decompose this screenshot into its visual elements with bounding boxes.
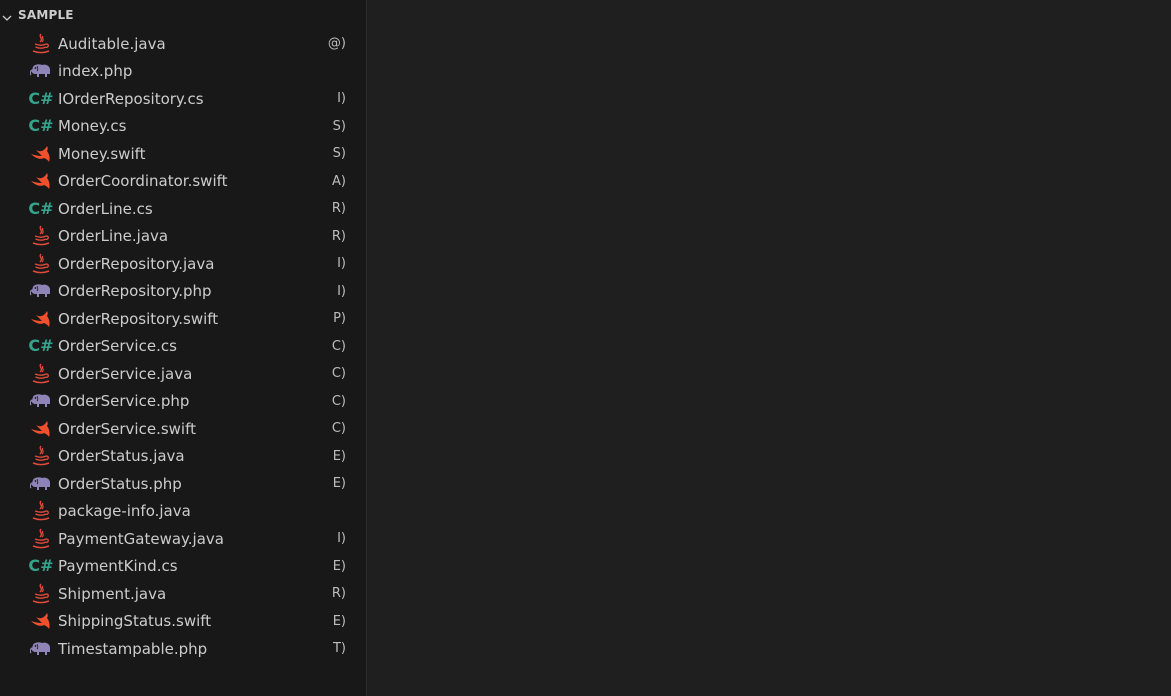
java-icon xyxy=(30,33,52,54)
file-item[interactable]: PaymentGateway.java I) xyxy=(0,525,366,553)
swift-icon xyxy=(30,144,52,164)
file-item[interactable]: C# IOrderRepository.cs I) xyxy=(0,85,366,113)
file-name: OrderService.cs xyxy=(58,337,177,356)
file-name: OrderRepository.java xyxy=(58,254,215,273)
file-item[interactable]: OrderService.swift C) xyxy=(0,415,366,443)
file-kind-label: E) xyxy=(332,558,346,574)
file-name: index.php xyxy=(58,62,133,81)
explorer-section-title: SAMPLE xyxy=(18,8,74,22)
java-icon xyxy=(30,225,52,246)
php-icon xyxy=(30,639,52,659)
file-item[interactable]: C# PaymentKind.cs E) xyxy=(0,553,366,581)
file-kind-label: R) xyxy=(331,586,346,602)
file-name: OrderService.java xyxy=(58,364,193,383)
file-item[interactable]: OrderLine.java R) xyxy=(0,223,366,251)
file-kind-label: C) xyxy=(331,421,346,437)
file-item[interactable]: ShippingStatus.swift E) xyxy=(0,608,366,636)
java-icon xyxy=(30,363,52,384)
file-name: OrderLine.java xyxy=(58,227,169,246)
csharp-icon: C# xyxy=(28,198,54,218)
file-name: OrderRepository.swift xyxy=(58,309,219,328)
file-name: Timestampable.php xyxy=(58,639,208,658)
file-item[interactable]: Auditable.java @) xyxy=(0,30,366,58)
file-name: OrderCoordinator.swift xyxy=(58,172,228,191)
swift-icon xyxy=(30,309,52,329)
swift-icon xyxy=(30,611,52,631)
file-kind-label: A) xyxy=(332,173,346,189)
file-name: OrderService.php xyxy=(58,392,190,411)
file-kind-label: R) xyxy=(331,201,346,217)
file-name: OrderStatus.java xyxy=(58,447,185,466)
explorer-section-header[interactable]: SAMPLE xyxy=(0,2,366,28)
csharp-icon: C# xyxy=(28,88,54,108)
file-item[interactable]: C# OrderService.cs C) xyxy=(0,333,366,361)
file-item[interactable]: C# OrderLine.cs R) xyxy=(0,195,366,223)
file-kind-label: S) xyxy=(332,146,346,162)
file-name: Auditable.java xyxy=(58,34,166,53)
csharp-icon: C# xyxy=(28,556,54,576)
java-icon xyxy=(30,583,52,604)
java-icon xyxy=(30,445,52,466)
file-name: ShippingStatus.swift xyxy=(58,612,212,631)
java-icon xyxy=(30,500,52,521)
file-name: OrderRepository.php xyxy=(58,282,212,301)
file-name: Money.swift xyxy=(58,144,146,163)
file-name: PaymentGateway.java xyxy=(58,529,224,548)
file-kind-label: T) xyxy=(332,641,346,657)
file-name: OrderStatus.php xyxy=(58,474,182,493)
file-kind-label: I) xyxy=(337,283,346,299)
csharp-icon: C# xyxy=(28,116,54,136)
php-icon xyxy=(30,474,52,494)
explorer-sidebar: SAMPLE Auditable.java @) index.php C# IOrder… xyxy=(0,0,367,696)
file-item[interactable]: Money.swift S) xyxy=(0,140,366,168)
file-kind-label: I) xyxy=(337,91,346,107)
php-icon xyxy=(30,391,52,411)
file-item[interactable]: C# Money.cs S) xyxy=(0,113,366,141)
file-item[interactable]: OrderService.php C) xyxy=(0,388,366,416)
csharp-icon: C# xyxy=(28,336,54,356)
file-kind-label: I) xyxy=(337,256,346,272)
file-item[interactable]: OrderCoordinator.swift A) xyxy=(0,168,366,196)
file-item[interactable]: index.php xyxy=(0,58,366,86)
file-item[interactable]: Shipment.java R) xyxy=(0,580,366,608)
file-kind-label: @) xyxy=(327,36,346,52)
file-name: IOrderRepository.cs xyxy=(58,89,204,108)
file-kind-label: C) xyxy=(331,393,346,409)
file-item[interactable]: OrderRepository.java I) xyxy=(0,250,366,278)
file-kind-label: E) xyxy=(332,476,346,492)
file-item[interactable]: OrderStatus.java E) xyxy=(0,443,366,471)
file-kind-label: C) xyxy=(331,338,346,354)
file-item[interactable]: OrderRepository.swift P) xyxy=(0,305,366,333)
file-kind-label: E) xyxy=(332,448,346,464)
file-tree: Auditable.java @) index.php C# IOrderReposit… xyxy=(0,30,366,663)
file-kind-label: P) xyxy=(333,311,346,327)
file-name: OrderLine.cs xyxy=(58,199,153,218)
php-icon xyxy=(30,281,52,301)
file-item[interactable]: OrderRepository.php I) xyxy=(0,278,366,306)
editor-area xyxy=(368,0,1171,696)
file-item[interactable]: OrderService.java C) xyxy=(0,360,366,388)
file-name: Money.cs xyxy=(58,117,127,136)
java-icon xyxy=(30,528,52,549)
file-kind-label: I) xyxy=(337,531,346,547)
file-kind-label: S) xyxy=(332,118,346,134)
file-item[interactable]: OrderStatus.php E) xyxy=(0,470,366,498)
file-name: Shipment.java xyxy=(58,584,167,603)
php-icon xyxy=(30,61,52,81)
file-kind-label: C) xyxy=(331,366,346,382)
file-kind-label: E) xyxy=(332,613,346,629)
file-item[interactable]: package-info.java xyxy=(0,498,366,526)
swift-icon xyxy=(30,419,52,439)
file-name: PaymentKind.cs xyxy=(58,557,178,576)
file-kind-label: R) xyxy=(331,228,346,244)
file-name: package-info.java xyxy=(58,502,191,521)
swift-icon xyxy=(30,171,52,191)
chevron-down-icon[interactable] xyxy=(1,9,13,21)
file-name: OrderService.swift xyxy=(58,419,196,438)
java-icon xyxy=(30,253,52,274)
file-item[interactable]: Timestampable.php T) xyxy=(0,635,366,663)
